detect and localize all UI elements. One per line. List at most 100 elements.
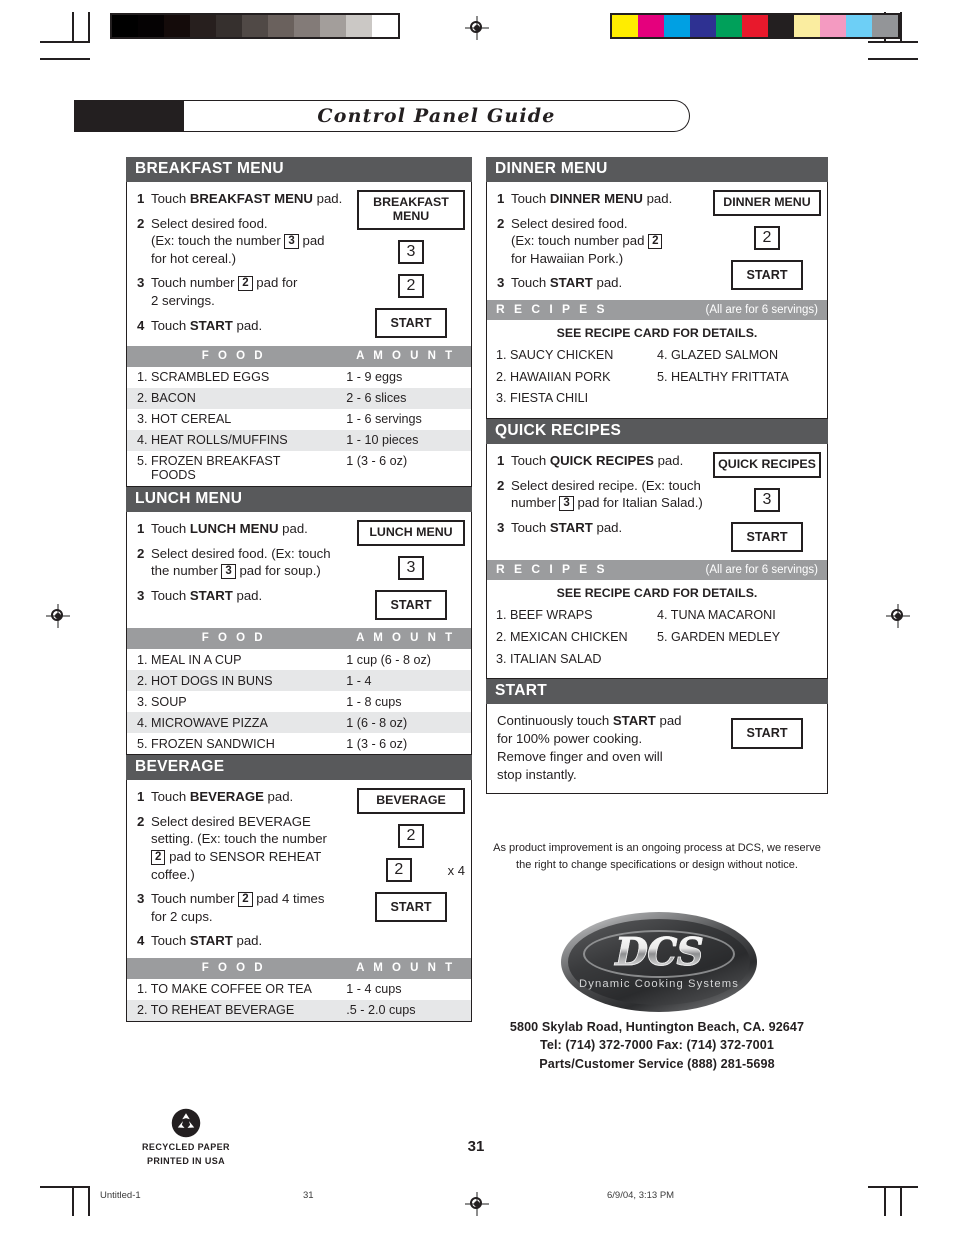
dcs-logo: DCS Dynamic Cooking Systems	[561, 912, 757, 1012]
emphasis-text: BEVERAGE	[189, 789, 264, 805]
start-pad-button[interactable]: START	[731, 260, 803, 291]
menu-pad-button[interactable]: LUNCH MENU	[357, 520, 465, 547]
menu-pad-button[interactable]: DINNER MENU	[713, 190, 821, 217]
title-black-block	[74, 100, 186, 132]
color-swatch	[716, 15, 742, 37]
table-row: 1. MEAL IN A CUP 1 cup (6 - 8 oz)	[127, 649, 471, 670]
section-dinner-menu: DINNER MENU 1 Touch DINNER MENU pad. 2 Sele…	[486, 157, 828, 420]
grayscale-swatch	[112, 15, 138, 37]
start-pad[interactable]: START	[731, 718, 803, 749]
number-pad-button[interactable]: 2	[754, 226, 780, 251]
instruction-step: 1 Touch BREAKFAST MENU pad.	[137, 190, 353, 208]
number-pad-button[interactable]: 2	[398, 273, 424, 298]
dinner-pads: DINNER MENU 2 START	[713, 182, 827, 300]
step-number: 3	[137, 587, 145, 603]
start-pad-button[interactable]: START	[375, 590, 447, 621]
number-pad-button[interactable]: 3	[754, 488, 780, 513]
recipe-column-right: 4. TUNA MACARONI 5. GARDEN MEDLEY	[657, 605, 818, 670]
pad-slot: 3	[713, 488, 821, 513]
breakfast-menu-panel: 1 Touch BREAKFAST MENU pad. 2 Select desire…	[126, 182, 472, 487]
step-text: Select desired food. (Ex: touch the numbe…	[151, 545, 331, 580]
instruction-step: 3 Touch number 2 pad for 2 servings.	[137, 274, 353, 309]
number-pad-button[interactable]: 3	[398, 240, 424, 264]
pad-slot: START	[713, 522, 821, 553]
emphasis-text: START	[549, 275, 593, 291]
dinner-recipes-title: R E C I P E S	[496, 302, 608, 316]
menu-pad-button[interactable]: QUICK RECIPES	[713, 452, 821, 479]
recipe-list-item: 3. FIESTA CHILI	[496, 391, 589, 406]
table-row: 2. TO REHEAT BEVERAGE .5 - 2.0 cups	[127, 999, 471, 1021]
registration-target-left	[46, 604, 70, 628]
logo-tagline: Dynamic Cooking Systems	[579, 978, 739, 990]
pad-slot: 3	[357, 240, 465, 264]
grayscale-swatch	[164, 15, 190, 37]
step-number: 1	[497, 453, 505, 469]
table-row: 2. BACON 2 - 6 slices	[127, 387, 471, 409]
step-number: 1	[137, 789, 145, 805]
grayscale-calibration-bar	[110, 13, 400, 39]
step-text: Touch START pad.	[151, 317, 263, 333]
start-pad-button[interactable]: START	[375, 307, 447, 338]
address-line-3: Parts/Customer Service (888) 281-5698	[539, 1056, 775, 1071]
start-pad-button[interactable]: START	[375, 892, 447, 923]
step-text: Touch number 2 pad for 2 servings.	[151, 275, 298, 308]
instruction-step: 2 Select desired food. (Ex: touch the numb…	[137, 545, 353, 580]
recycle-label-2: PRINTED IN USA	[146, 1155, 226, 1166]
recipe-list-item: 5. HEALTHY FRITTATA	[657, 369, 789, 384]
quick-recipes-header: QUICK RECIPES	[486, 419, 828, 445]
cell-food: 3. SOUP	[137, 694, 187, 709]
step-text: Touch BEVERAGE pad.	[151, 789, 294, 805]
number-key-2: 2	[238, 892, 253, 908]
pad-slot: LUNCH MENU	[357, 520, 465, 547]
start-panel: Continuously touch START pad for 100% pow…	[486, 704, 828, 794]
menu-pad-button[interactable]: BREAKFAST MENU	[357, 190, 465, 231]
cell-amount: 1 (3 - 6 oz)	[346, 736, 408, 751]
company-address: 5800 Skylab Road, Huntington Beach, CA. …	[466, 1018, 848, 1073]
pad-slot: 3	[357, 556, 465, 581]
table-row: 1. TO MAKE COFFEE OR TEA 1 - 4 cups	[127, 979, 471, 1000]
step-number: 3	[497, 275, 505, 291]
cell-amount: 1 - 8 cups	[346, 694, 402, 709]
instruction-step: 3 Touch START pad.	[497, 519, 709, 537]
crop-mark-top-left-h	[40, 41, 90, 43]
table-row: 5. FROZEN BREAKFAST FOODS 1 (3 - 6 oz)	[127, 451, 471, 486]
instruction-step: 2 Select desired food. (Ex: touch the numb…	[137, 215, 353, 268]
number-pad-button[interactable]: 2	[398, 824, 424, 849]
emphasis-text: START	[189, 317, 233, 333]
pad-slot: 2	[713, 226, 821, 251]
cell-amount: 1 - 6 servings	[346, 412, 422, 427]
cell-amount: 1 (6 - 8 oz)	[340, 712, 471, 734]
pad-slot: BEVERAGE	[357, 788, 465, 815]
number-key-2: 2	[648, 234, 663, 250]
color-swatch	[820, 15, 846, 37]
cell-food: 1. TO MAKE COFFEE OR TEA	[137, 982, 312, 997]
color-swatch	[664, 15, 690, 37]
crop-mark-top-left-h2	[40, 58, 90, 60]
recipe-column-left: 1. SAUCY CHICKEN 2. HAWAIIAN PORK 3. FIEST…	[496, 345, 657, 410]
cell-food: 2. HOT DOGS IN BUNS	[127, 670, 341, 692]
instruction-step: 4 Touch START pad.	[137, 317, 353, 335]
instruction-step: 1 Touch DINNER MENU pad.	[497, 190, 709, 208]
number-pad-button[interactable]: 3	[398, 556, 424, 581]
step-number: 4	[137, 933, 145, 949]
step-text: Touch DINNER MENU pad.	[511, 191, 673, 207]
number-key-2: 2	[238, 276, 253, 292]
step-text: Touch LUNCH MENU pad.	[151, 521, 308, 537]
beverage-food-table: F O O DA M O U N T 1. TO MAKE COFFEE OR T…	[127, 957, 471, 1021]
dinner-menu-panel: 1 Touch DINNER MENU pad. 2 Select desired f…	[486, 182, 828, 420]
emphasis-text: START	[612, 713, 656, 729]
number-pad-button[interactable]: 2	[385, 858, 412, 883]
emphasis-text: DINNER MENU	[549, 191, 643, 207]
start-pad-button[interactable]: START	[731, 522, 803, 553]
cell-food: 1. MEAL IN A CUP	[137, 652, 242, 667]
column-header-amount: A M O U N T	[340, 345, 471, 367]
dinner-recipes-note: (All are for 6 servings)	[705, 304, 818, 316]
cell-food-continued: FOODS	[151, 468, 196, 483]
grayscale-swatch	[216, 15, 242, 37]
step-number: 1	[137, 521, 145, 537]
menu-pad-button[interactable]: BEVERAGE	[357, 788, 465, 815]
recipe-column-right: 4. GLAZED SALMON 5. HEALTHY FRITTATA	[657, 345, 818, 410]
pad-slot: START	[357, 892, 465, 923]
instruction-step: 2 Select desired BEVERAGE setting. (Ex: to…	[137, 813, 353, 883]
cell-food: 1. SCRAMBLED EGGS	[137, 370, 270, 385]
